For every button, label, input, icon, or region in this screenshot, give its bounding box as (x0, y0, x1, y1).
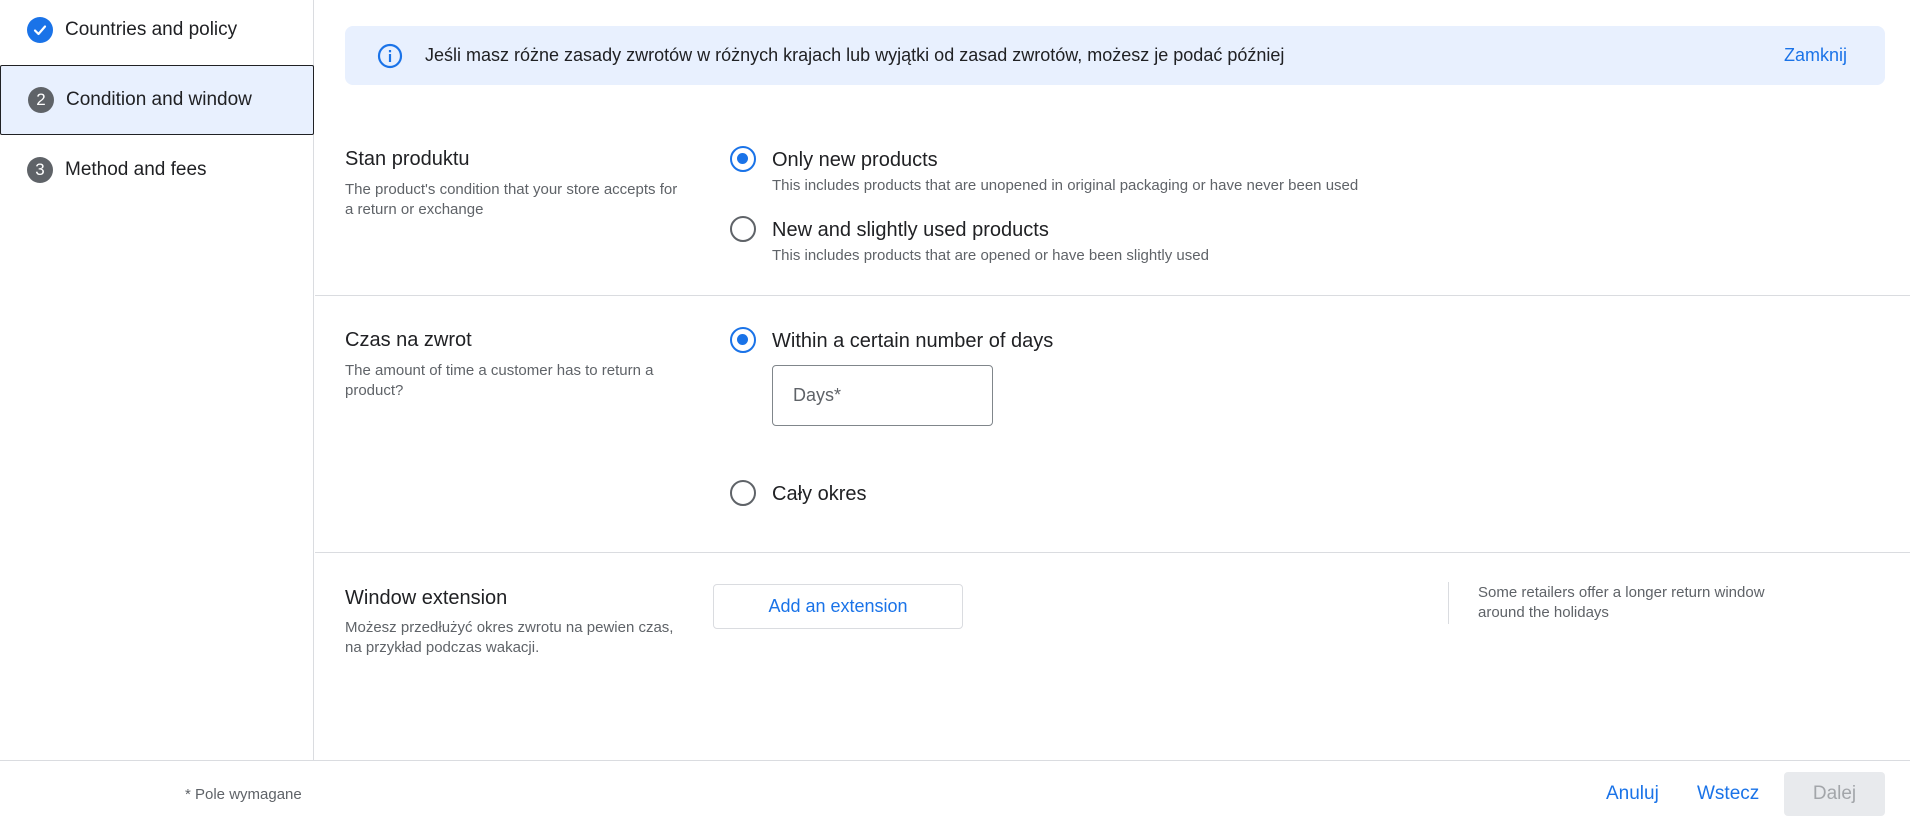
radio-label: Only new products (772, 149, 938, 171)
required-note: * Pole wymagane (185, 786, 302, 803)
step-countries-and-policy[interactable]: Countries and policy (0, 0, 314, 65)
radio-sublabel: This includes products that are unopened… (772, 177, 1359, 194)
stepper-sidebar: Countries and policy 2 Condition and win… (0, 0, 314, 760)
step-label: Condition and window (66, 89, 252, 110)
cancel-button[interactable]: Anuluj (1606, 783, 1659, 805)
step-condition-and-window[interactable]: 2 Condition and window (0, 65, 314, 135)
extension-title: Window extension (345, 587, 508, 609)
radio-label: Cały okres (772, 483, 867, 505)
add-extension-button[interactable]: Add an extension (713, 584, 963, 629)
check-icon (27, 17, 53, 43)
step-label: Countries and policy (65, 19, 238, 40)
condition-description: The product's condition that your store … (345, 181, 678, 218)
radio-only-new-products[interactable] (730, 146, 756, 172)
back-button[interactable]: Wstecz (1697, 783, 1759, 805)
radio-sublabel: This includes products that are opened o… (772, 247, 1209, 264)
banner-close-link[interactable]: Zamknij (1784, 45, 1847, 66)
radio-within-days[interactable] (730, 327, 756, 353)
next-button[interactable]: Dalej (1784, 772, 1885, 816)
step-number: 3 (27, 157, 53, 183)
hint-divider (1448, 582, 1449, 624)
window-description: The amount of time a customer has to ret… (345, 362, 654, 399)
section-divider (315, 295, 1910, 296)
condition-title: Stan produktu (345, 148, 470, 170)
radio-label: Within a certain number of days (772, 330, 1054, 352)
step-number: 2 (28, 87, 54, 113)
radio-new-and-slightly-used[interactable] (730, 216, 756, 242)
extension-description: Możesz przedłużyć okres zwrotu na pewien… (345, 619, 674, 656)
section-divider (315, 552, 1910, 553)
step-method-and-fees[interactable]: 3 Method and fees (0, 135, 314, 205)
step-label: Method and fees (65, 159, 207, 180)
footer-bar: * Pole wymagane Anuluj Wstecz Dalej (0, 760, 1910, 817)
days-input[interactable] (772, 365, 993, 426)
window-title: Czas na zwrot (345, 329, 472, 351)
radio-label: New and slightly used products (772, 219, 1049, 241)
info-banner: Jeśli masz różne zasady zwrotów w różnyc… (345, 26, 1885, 85)
extension-hint: Some retailers offer a longer return win… (1478, 584, 1765, 621)
info-icon (377, 43, 403, 69)
radio-entire-period[interactable] (730, 480, 756, 506)
banner-message: Jeśli masz różne zasady zwrotów w różnyc… (425, 45, 1285, 65)
